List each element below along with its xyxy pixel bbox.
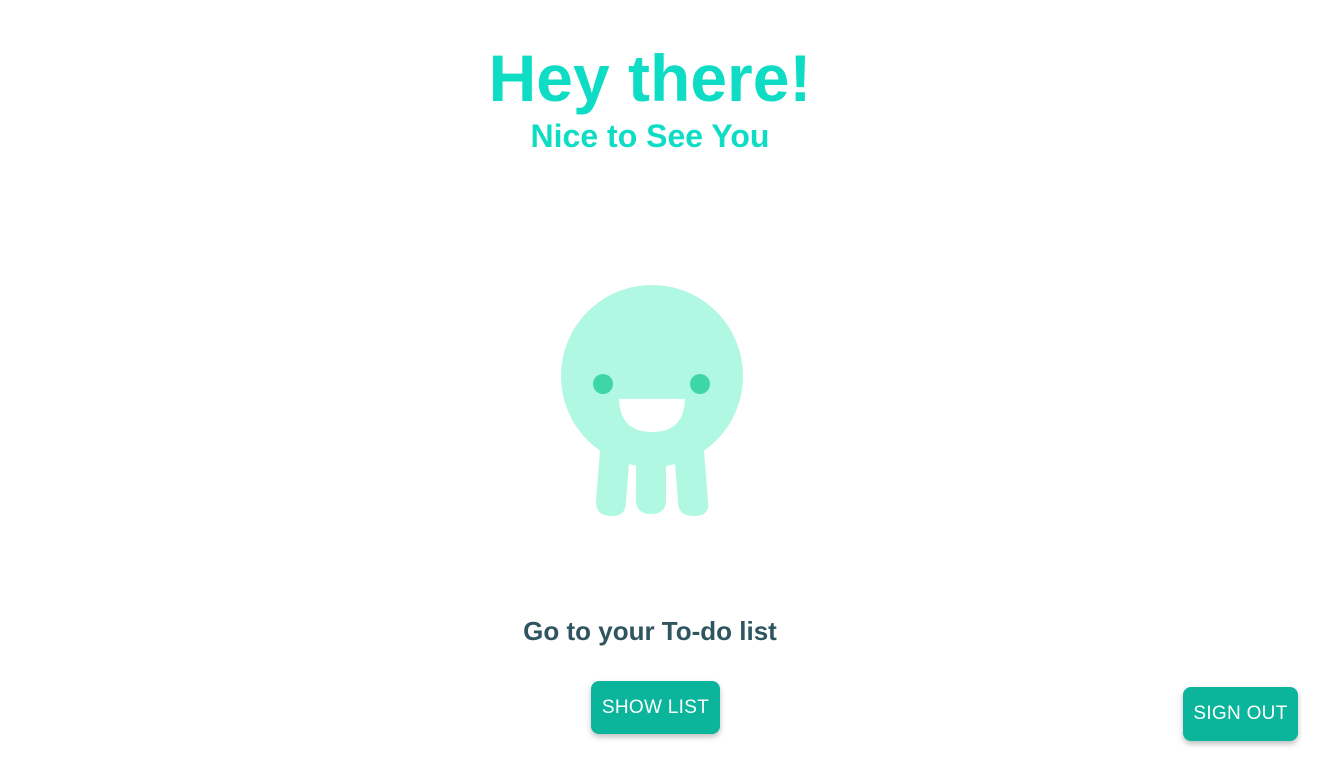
todo-prompt: Go to your To-do list	[523, 616, 777, 646]
sign-out-button[interactable]: SIGN OUT	[1183, 687, 1298, 741]
mascot-head	[561, 285, 743, 467]
show-list-button[interactable]: SHOW LIST	[591, 681, 720, 734]
happy-octopus-icon	[561, 285, 743, 516]
mascot-eye-left	[593, 374, 613, 394]
landing-page: Hey there! Nice to See You Go to your To…	[0, 0, 1324, 768]
page-title: Hey there!	[488, 41, 812, 115]
mascot-eye-right	[690, 374, 710, 394]
page-subtitle: Nice to See You	[530, 118, 770, 154]
